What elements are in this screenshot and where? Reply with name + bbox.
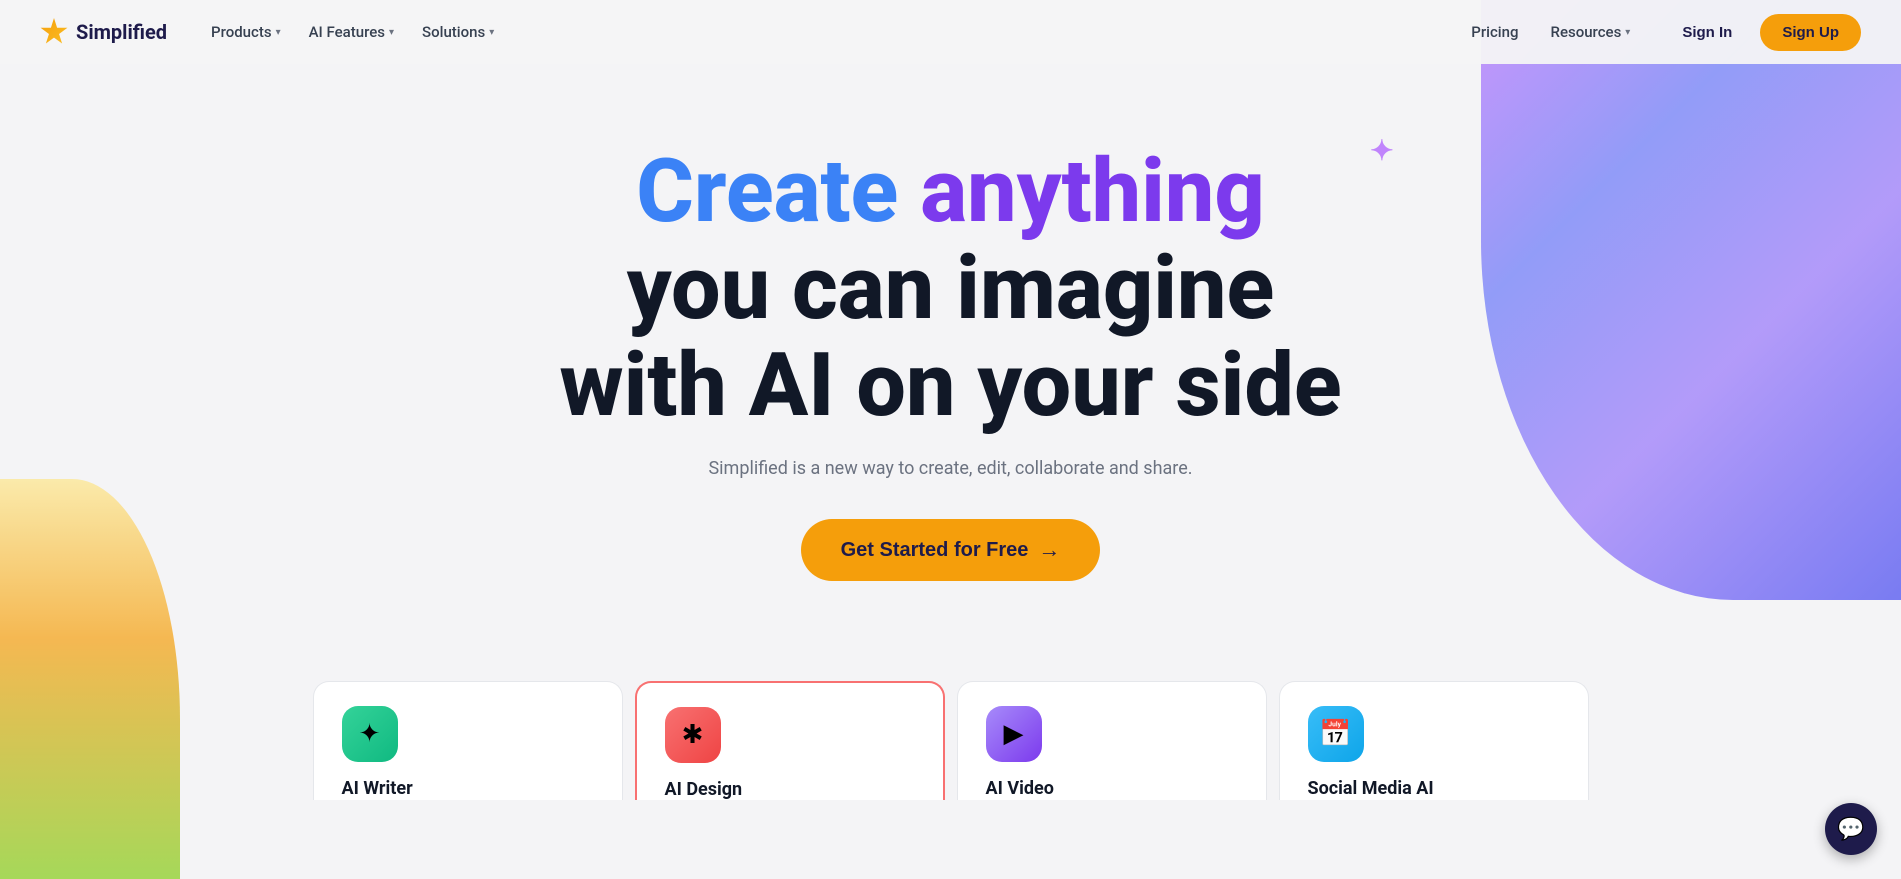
ai-video-icon: ▶ bbox=[986, 706, 1042, 762]
hero-subtitle: Simplified is a new way to create, edit,… bbox=[708, 458, 1192, 479]
hero-cta: Get Started for Free → bbox=[801, 519, 1101, 581]
chevron-down-icon: ▾ bbox=[389, 27, 394, 38]
hero-section: Create anything ✦ you can imagine with A… bbox=[0, 64, 1901, 641]
hero-line2: you can imagine bbox=[559, 241, 1341, 338]
product-cards: ✦ AI Writer ✱ AI Design ▶ AI Video 📅 Soc… bbox=[0, 681, 1901, 800]
nav-right: Pricing Resources ▾ Sign In Sign Up bbox=[1459, 14, 1861, 51]
nav-links: Products ▾ AI Features ▾ Solutions ▾ bbox=[199, 15, 506, 49]
hero-title: Create anything ✦ you can imagine with A… bbox=[559, 144, 1341, 434]
social-media-label: Social Media AI bbox=[1308, 778, 1560, 799]
product-card-writer[interactable]: ✦ AI Writer bbox=[313, 681, 623, 800]
nav-right-links: Pricing Resources ▾ bbox=[1459, 15, 1642, 49]
nav-item-ai-features[interactable]: AI Features ▾ bbox=[297, 15, 406, 49]
chevron-down-icon: ▾ bbox=[276, 27, 281, 38]
ai-design-icon: ✱ bbox=[665, 707, 721, 763]
social-media-icon: 📅 bbox=[1308, 706, 1364, 762]
arrow-icon: → bbox=[1038, 537, 1060, 563]
ai-design-label: AI Design bbox=[665, 779, 915, 800]
nav-item-resources[interactable]: Resources ▾ bbox=[1539, 15, 1643, 49]
logo-text: Simplified bbox=[76, 20, 167, 44]
sign-up-button[interactable]: Sign Up bbox=[1760, 14, 1861, 51]
logo-icon bbox=[40, 18, 68, 46]
nav-left: Simplified Products ▾ AI Features ▾ Solu… bbox=[40, 15, 506, 49]
sparkle-icon: ✦ bbox=[1370, 136, 1393, 167]
navbar: Simplified Products ▾ AI Features ▾ Solu… bbox=[0, 0, 1901, 64]
ai-video-label: AI Video bbox=[986, 778, 1238, 799]
nav-item-products[interactable]: Products ▾ bbox=[199, 15, 293, 49]
ai-writer-label: AI Writer bbox=[342, 778, 594, 799]
hero-create: Create bbox=[636, 140, 920, 243]
product-card-design[interactable]: ✱ AI Design bbox=[635, 681, 945, 800]
nav-actions: Sign In Sign Up bbox=[1666, 14, 1861, 51]
sign-in-button[interactable]: Sign In bbox=[1666, 16, 1748, 49]
chevron-down-icon: ▾ bbox=[1625, 27, 1630, 38]
chat-icon: 💬 bbox=[1837, 817, 1864, 842]
chat-bubble[interactable]: 💬 bbox=[1825, 803, 1877, 855]
product-card-video[interactable]: ▶ AI Video bbox=[957, 681, 1267, 800]
chevron-down-icon: ▾ bbox=[489, 27, 494, 38]
nav-link-pricing[interactable]: Pricing bbox=[1459, 15, 1530, 49]
hero-anything: anything bbox=[920, 140, 1265, 243]
get-started-button[interactable]: Get Started for Free → bbox=[801, 519, 1101, 581]
hero-line1: Create anything ✦ bbox=[559, 144, 1341, 241]
ai-writer-icon: ✦ bbox=[342, 706, 398, 762]
product-card-social[interactable]: 📅 Social Media AI bbox=[1279, 681, 1589, 800]
hero-line3: with AI on your side bbox=[559, 338, 1341, 435]
logo[interactable]: Simplified bbox=[40, 18, 167, 46]
nav-item-solutions[interactable]: Solutions ▾ bbox=[410, 15, 506, 49]
